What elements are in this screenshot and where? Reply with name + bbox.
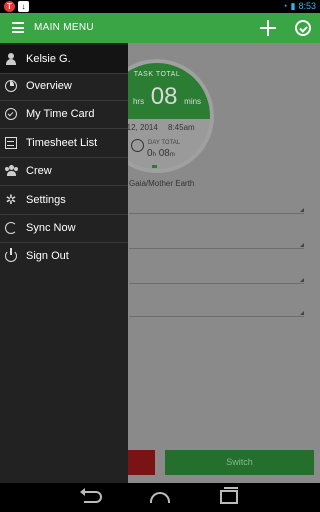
clock-out-button[interactable] bbox=[128, 450, 155, 475]
dropdown-caret-icon bbox=[300, 243, 304, 247]
drawer-item-my-time-card[interactable]: My Time Card bbox=[0, 100, 128, 128]
navigation-drawer: Kelsie G. Overview My Time Card Timeshee… bbox=[0, 43, 128, 483]
clock-icon bbox=[5, 108, 17, 120]
wifi-icon: ◔ bbox=[282, 1, 288, 11]
drawer-item-user[interactable]: Kelsie G. bbox=[0, 45, 128, 73]
day-clock-icon bbox=[131, 139, 144, 152]
crew-icon bbox=[5, 165, 18, 177]
drawer-item-label: Settings bbox=[26, 194, 66, 206]
battery-icon: ▮ bbox=[290, 1, 296, 11]
power-icon bbox=[5, 248, 17, 262]
home-icon[interactable] bbox=[150, 492, 170, 503]
drawer-item-label: My Time Card bbox=[26, 108, 95, 120]
gear-icon: ✲ bbox=[5, 192, 17, 207]
drawer-item-label: Timesheet List bbox=[26, 137, 98, 149]
field-underline[interactable] bbox=[129, 248, 304, 249]
drawer-item-sign-out[interactable]: Sign Out bbox=[0, 242, 128, 270]
add-icon[interactable] bbox=[258, 18, 278, 38]
clock-time: 8:53 bbox=[298, 1, 316, 11]
drawer-item-label: Overview bbox=[26, 80, 72, 92]
switch-button[interactable]: Switch bbox=[165, 450, 314, 475]
sync-icon bbox=[5, 222, 17, 234]
drawer-item-timesheet-list[interactable]: Timesheet List bbox=[0, 129, 128, 157]
dial-indicator bbox=[152, 165, 157, 168]
action-bar-title[interactable]: MAIN MENU bbox=[34, 22, 94, 33]
drawer-item-crew[interactable]: Crew bbox=[0, 157, 128, 185]
dropdown-caret-icon bbox=[300, 278, 304, 282]
location-label: Gaia/Mother Earth bbox=[129, 179, 195, 188]
drawer-item-label: Crew bbox=[26, 165, 52, 177]
field-underline[interactable] bbox=[129, 213, 304, 214]
drawer-item-label: Sign Out bbox=[26, 250, 69, 262]
clock-in-time[interactable]: 8:45am bbox=[168, 123, 195, 132]
hamburger-menu-icon[interactable] bbox=[12, 22, 24, 33]
field-underline[interactable] bbox=[129, 283, 304, 284]
screen: T ↓ ◔ ▮ 8:53 MAIN MENU TASK TOTAL 0 hrs … bbox=[0, 0, 320, 512]
drawer-item-overview[interactable]: Overview bbox=[0, 72, 128, 100]
system-nav-bar bbox=[0, 483, 320, 512]
field-underline[interactable] bbox=[129, 316, 304, 317]
drawer-item-sync-now[interactable]: Sync Now bbox=[0, 214, 128, 242]
clock-check-icon[interactable] bbox=[295, 20, 311, 36]
action-bar: MAIN MENU bbox=[0, 13, 320, 43]
dropdown-caret-icon bbox=[300, 311, 304, 315]
person-icon bbox=[5, 53, 17, 65]
dropdown-caret-icon bbox=[300, 208, 304, 212]
drawer-item-settings[interactable]: ✲ Settings bbox=[0, 186, 128, 214]
day-total-value: 0h 08m bbox=[147, 148, 175, 159]
status-bar: T ↓ ◔ ▮ 8:53 bbox=[0, 0, 320, 13]
drawer-item-label: Kelsie G. bbox=[26, 53, 71, 65]
recent-apps-icon[interactable] bbox=[220, 487, 238, 504]
app-notification-icon: T bbox=[4, 1, 15, 12]
download-notification-icon: ↓ bbox=[18, 1, 29, 12]
drawer-item-label: Sync Now bbox=[26, 222, 76, 234]
day-total-label: DAY TOTAL bbox=[148, 140, 181, 146]
notification-area: T ↓ bbox=[4, 1, 29, 12]
back-icon[interactable] bbox=[80, 488, 102, 503]
list-icon bbox=[5, 137, 17, 149]
pie-chart-icon bbox=[5, 80, 17, 92]
system-status: ◔ ▮ 8:53 bbox=[282, 0, 316, 13]
